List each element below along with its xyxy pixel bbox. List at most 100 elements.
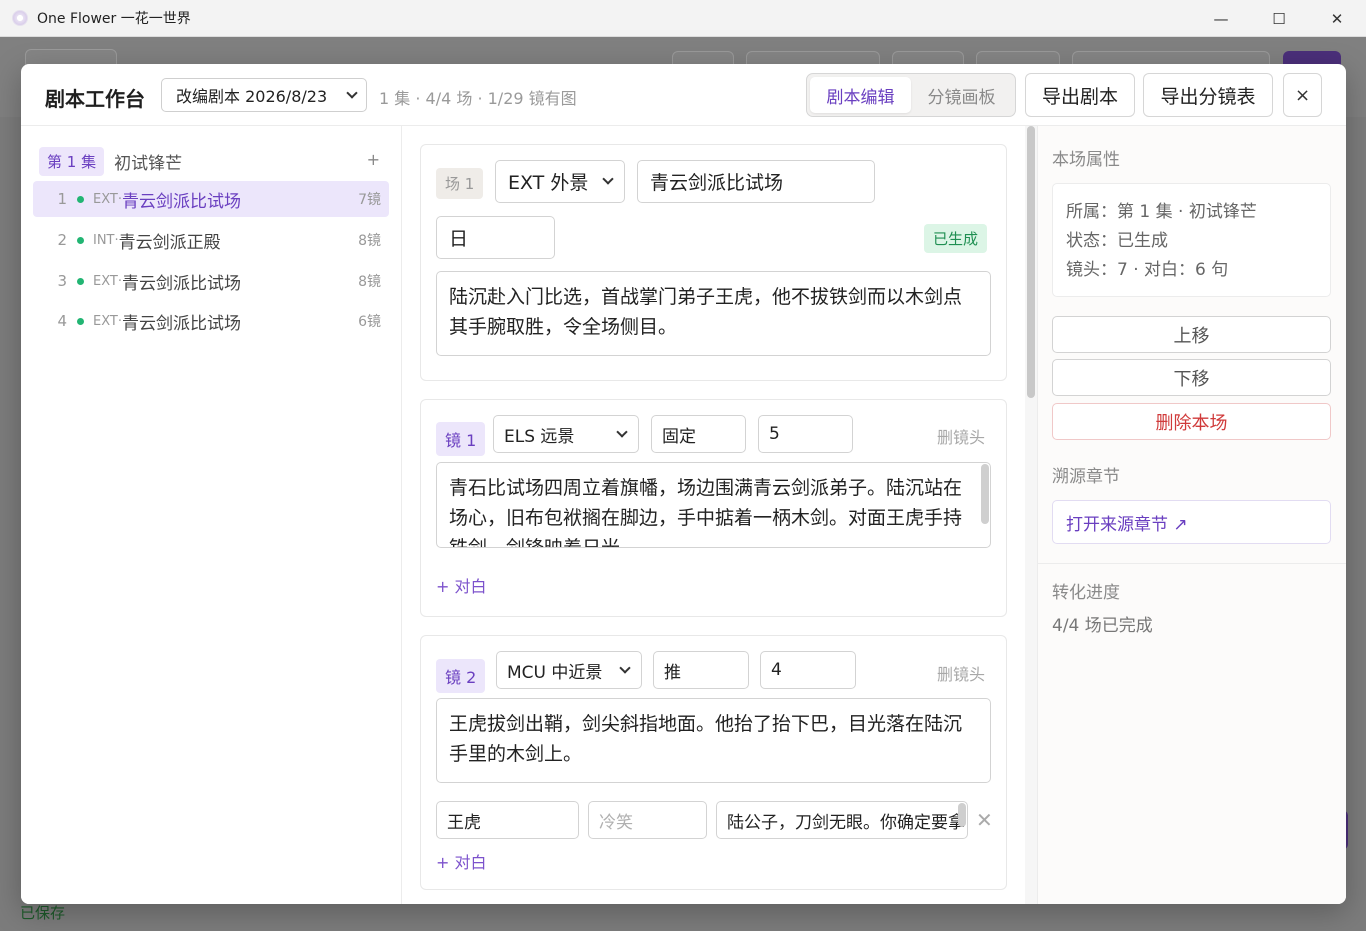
save-status: 已保存 xyxy=(20,904,66,922)
scene-sidebar: 第 1 集 初试锋芒 + 1 EXT· 青云剑派比试场 7镜 2 INT· 青云… xyxy=(21,126,402,904)
tab-script-edit[interactable]: 剧本编辑 xyxy=(810,77,911,113)
scene-type: EXT· xyxy=(93,191,122,207)
scene-name: 青云剑派比试场 xyxy=(121,313,241,334)
modal-title: 剧本工作台 xyxy=(45,87,145,111)
shot-card: 镜 1 ELS 远景 固定 5 删镜头 青石比试场四周立着旗幡，场边围满青云剑派… xyxy=(420,399,1007,617)
status-dot-icon xyxy=(77,277,84,285)
chevron-down-icon xyxy=(616,426,628,438)
time-of-day-input[interactable]: 日 xyxy=(436,216,555,259)
scene-number: 3 xyxy=(57,272,67,290)
shot-count: 7镜 xyxy=(358,192,381,208)
scene-type: EXT· xyxy=(93,313,122,329)
scene-number: 4 xyxy=(57,312,67,330)
export-script-button[interactable]: 导出剧本 xyxy=(1025,73,1135,117)
tab-storyboard[interactable]: 分镜画板 xyxy=(911,77,1012,113)
property-counts: 镜头：7 · 对白：6 句 xyxy=(1066,260,1229,280)
duration-input[interactable]: 4 xyxy=(760,651,856,689)
shot-description-textarea[interactable]: 王虎拔剑出鞘，剑尖斜指地面。他抬了抬下巴，目光落在陆沉手里的木剑上。 xyxy=(436,698,991,783)
divider xyxy=(1038,563,1346,564)
shot-size-select[interactable]: MCU 中近景 xyxy=(496,651,642,689)
script-workbench-modal: 剧本工作台 改编剧本 2026/8/23 1 集 · 4/4 场 · 1/29 … xyxy=(21,64,1346,904)
chevron-down-icon xyxy=(619,662,631,674)
progress-heading: 转化进度 xyxy=(1052,583,1120,603)
add-dialog-button[interactable]: + 对白 xyxy=(436,573,487,597)
sidebar-scene-item[interactable]: 1 EXT· 青云剑派比试场 7镜 xyxy=(33,181,389,217)
property-episode: 所属：第 1 集 · 初试锋芒 xyxy=(1066,202,1257,222)
delete-shot-button[interactable]: 删镜头 xyxy=(937,424,985,448)
shot-count: 8镜 xyxy=(358,274,381,290)
window-title: One Flower 一花一世界 xyxy=(37,11,191,27)
properties-heading: 本场属性 xyxy=(1052,150,1120,170)
scene-name: 青云剑派正殿 xyxy=(118,232,221,253)
shot-count: 8镜 xyxy=(358,233,381,249)
remove-dialog-button[interactable]: ✕ xyxy=(976,808,993,832)
location-input[interactable]: 青云剑派比试场 xyxy=(637,160,875,203)
open-source-chapter-link[interactable]: 打开来源章节 ↗ xyxy=(1052,500,1331,544)
scene-name: 青云剑派比试场 xyxy=(121,191,241,212)
dialog-emotion-input[interactable]: 冷笑 xyxy=(588,801,707,839)
camera-movement-input[interactable]: 推 xyxy=(653,651,749,689)
window-controls: — ☐ ✕ xyxy=(1192,0,1366,37)
scene-properties-panel: 本场属性 所属：第 1 集 · 初试锋芒 状态：已生成 镜头：7 · 对白：6 … xyxy=(1037,126,1346,904)
scene-name: 青云剑派比试场 xyxy=(121,273,241,294)
property-status: 状态：已生成 xyxy=(1066,231,1168,251)
shot-count: 6镜 xyxy=(358,314,381,330)
progress-text: 4/4 场已完成 xyxy=(1052,616,1153,636)
episode-title: 初试锋芒 xyxy=(114,153,183,174)
delete-shot-button[interactable]: 删镜头 xyxy=(937,661,985,685)
scene-number: 2 xyxy=(57,231,67,249)
dialog-speaker-input[interactable]: 王虎 xyxy=(436,801,579,839)
shot-card: 镜 2 MCU 中近景 推 4 删镜头 王虎拔剑出鞘，剑尖斜指地面。他抬了抬下巴… xyxy=(420,635,1007,890)
move-down-button[interactable]: 下移 xyxy=(1052,359,1331,396)
close-modal-button[interactable]: × xyxy=(1283,73,1322,117)
shot-description-textarea[interactable]: 青石比试场四周立着旗幡，场边围满青云剑派弟子。陆沉站在场心，旧布包袱搁在脚边，手… xyxy=(436,462,991,548)
window-close-button[interactable]: ✕ xyxy=(1308,0,1366,37)
scene-card: 场 1 EXT 外景 青云剑派比试场 日 已生成 陆沉赴入门比选，首战掌门弟子王… xyxy=(420,144,1007,381)
view-mode-toggle: 剧本编辑 分镜画板 xyxy=(806,73,1016,117)
scene-type: INT· xyxy=(93,232,119,248)
move-up-button[interactable]: 上移 xyxy=(1052,316,1331,353)
chevron-down-icon xyxy=(346,87,358,99)
duration-input[interactable]: 5 xyxy=(758,415,853,453)
shot-tag: 镜 2 xyxy=(436,659,486,693)
shot-size-value: MCU 中近景 xyxy=(507,662,603,683)
int-ext-value: EXT 外景 xyxy=(508,172,589,194)
app-logo-icon xyxy=(12,10,28,26)
scene-type: EXT· xyxy=(93,273,122,289)
editor-scrollbar[interactable] xyxy=(1025,126,1037,904)
textarea-scrollbar[interactable] xyxy=(981,464,989,524)
shot-tag: 镜 1 xyxy=(436,422,486,456)
export-storyboard-button[interactable]: 导出分镜表 xyxy=(1143,73,1273,117)
editor-scrollbar-thumb[interactable] xyxy=(1027,126,1035,398)
shot-size-select[interactable]: ELS 远景 xyxy=(493,415,639,453)
status-dot-icon xyxy=(77,195,84,203)
window-titlebar: One Flower 一花一世界 — ☐ ✕ xyxy=(0,0,1366,37)
textarea-scrollbar[interactable] xyxy=(958,803,966,827)
camera-movement-input[interactable]: 固定 xyxy=(651,415,746,453)
minimize-button[interactable]: — xyxy=(1192,0,1250,37)
script-version-value: 改编剧本 2026/8/23 xyxy=(176,87,328,106)
modal-header: 剧本工作台 改编剧本 2026/8/23 1 集 · 4/4 场 · 1/29 … xyxy=(21,64,1346,126)
status-dot-icon xyxy=(77,317,84,325)
add-dialog-button[interactable]: + 对白 xyxy=(436,849,487,873)
maximize-button[interactable]: ☐ xyxy=(1250,0,1308,37)
properties-box: 所属：第 1 集 · 初试锋芒 状态：已生成 镜头：7 · 对白：6 句 xyxy=(1052,183,1331,297)
scene-editor: 场 1 EXT 外景 青云剑派比试场 日 已生成 陆沉赴入门比选，首战掌门弟子王… xyxy=(403,126,1036,904)
int-ext-select[interactable]: EXT 外景 xyxy=(495,160,625,203)
script-version-select[interactable]: 改编剧本 2026/8/23 xyxy=(161,78,367,112)
add-scene-button[interactable]: + xyxy=(367,150,380,169)
sidebar-scene-item[interactable]: 3 EXT· 青云剑派比试场 8镜 xyxy=(33,263,389,299)
sidebar-scene-item[interactable]: 2 INT· 青云剑派正殿 8镜 xyxy=(33,222,389,258)
scene-number: 1 xyxy=(57,190,67,208)
episode-header[interactable]: 第 1 集 初试锋芒 + xyxy=(39,146,384,176)
sidebar-scene-item[interactable]: 4 EXT· 青云剑派比试场 6镜 xyxy=(33,303,389,339)
dialog-line-input[interactable]: 陆公子，刀剑无眼。你确定要拿这个？ xyxy=(716,801,968,839)
episode-badge: 第 1 集 xyxy=(39,146,105,176)
script-stats: 1 集 · 4/4 场 · 1/29 镜有图 xyxy=(379,89,577,108)
status-dot-icon xyxy=(77,236,84,244)
scene-summary-textarea[interactable]: 陆沉赴入门比选，首战掌门弟子王虎，他不拔铁剑而以木剑点其手腕取胜，令全场侧目。 xyxy=(436,271,991,356)
scene-tag: 场 1 xyxy=(436,168,484,199)
shot-size-value: ELS 远景 xyxy=(504,426,575,447)
delete-scene-button[interactable]: 删除本场 xyxy=(1052,403,1331,440)
source-heading: 溯源章节 xyxy=(1052,467,1120,487)
